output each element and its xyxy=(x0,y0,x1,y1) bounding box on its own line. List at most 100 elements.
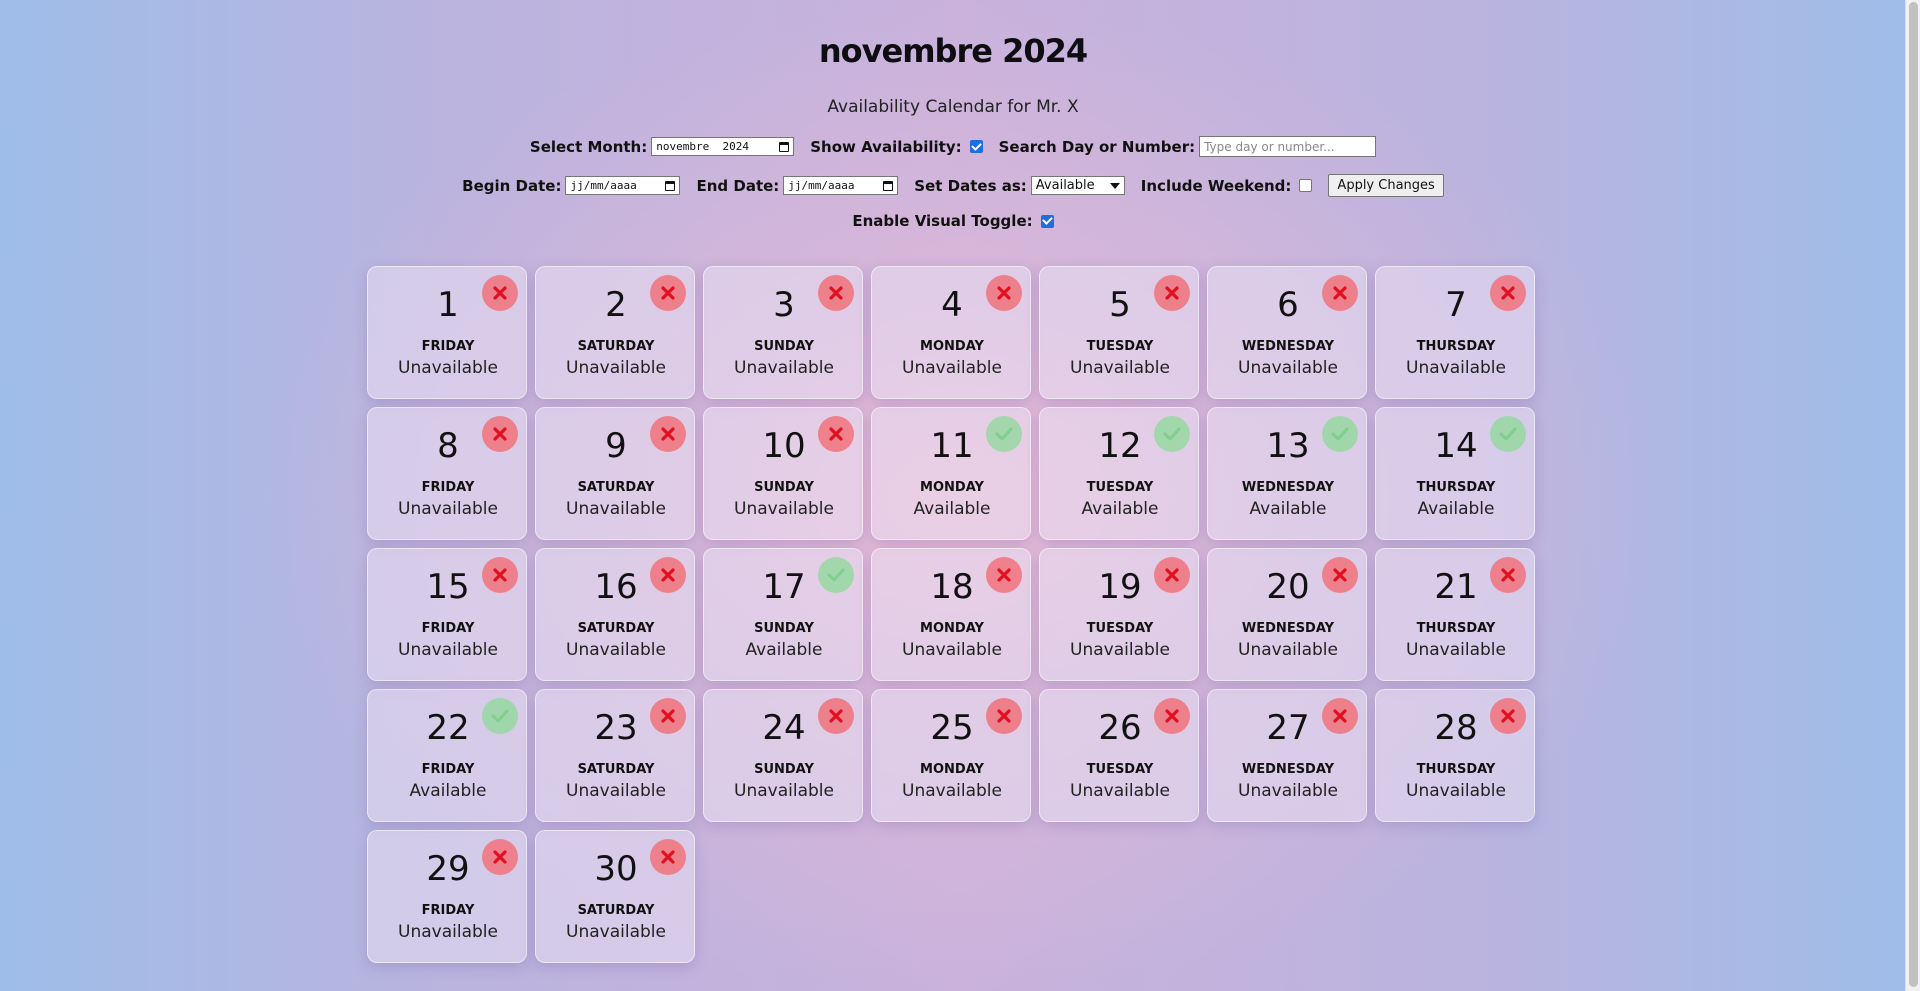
day-status: Unavailable xyxy=(398,499,498,519)
begin-date-label: Begin Date: xyxy=(462,176,562,195)
day-cell-10[interactable]: 10 SUNDAY Unavailable xyxy=(703,407,863,540)
set-dates-group: Set Dates as: Available xyxy=(914,176,1125,195)
day-cell-23[interactable]: 23 SATURDAY Unavailable xyxy=(535,689,695,822)
close-icon[interactable] xyxy=(1154,557,1190,593)
close-icon[interactable] xyxy=(650,839,686,875)
day-weekday: SUNDAY xyxy=(754,480,814,495)
day-cell-5[interactable]: 5 TUESDAY Unavailable xyxy=(1039,266,1199,399)
close-icon[interactable] xyxy=(1154,275,1190,311)
close-icon[interactable] xyxy=(1490,698,1526,734)
check-icon[interactable] xyxy=(1490,416,1526,452)
close-icon[interactable] xyxy=(818,698,854,734)
close-icon[interactable] xyxy=(986,698,1022,734)
select-month-input[interactable]: novembre 2024 xyxy=(651,137,795,156)
day-status: Unavailable xyxy=(902,640,1002,660)
day-weekday: THURSDAY xyxy=(1416,480,1496,495)
close-icon[interactable] xyxy=(818,416,854,452)
day-cell-25[interactable]: 25 MONDAY Unavailable xyxy=(871,689,1031,822)
day-cell-9[interactable]: 9 SATURDAY Unavailable xyxy=(535,407,695,540)
day-cell-28[interactable]: 28 THURSDAY Unavailable xyxy=(1375,689,1535,822)
check-icon[interactable] xyxy=(818,557,854,593)
close-icon[interactable] xyxy=(650,416,686,452)
visual-toggle-checkbox[interactable] xyxy=(1040,214,1054,228)
day-cell-7[interactable]: 7 THURSDAY Unavailable xyxy=(1375,266,1535,399)
day-weekday: WEDNESDAY xyxy=(1241,480,1335,495)
select-month-label: Select Month: xyxy=(529,137,648,156)
check-icon[interactable] xyxy=(1322,416,1358,452)
close-icon[interactable] xyxy=(1154,698,1190,734)
day-cell-22[interactable]: 22 FRIDAY Available xyxy=(367,689,527,822)
day-cell-12[interactable]: 12 TUESDAY Available xyxy=(1039,407,1199,540)
day-status: Unavailable xyxy=(734,781,834,801)
close-icon[interactable] xyxy=(818,275,854,311)
day-cell-26[interactable]: 26 TUESDAY Unavailable xyxy=(1039,689,1199,822)
page-title: novembre 2024 xyxy=(818,32,1088,70)
end-date-input[interactable]: jj/mm/aaaa xyxy=(783,176,899,195)
controls-row-1: Select Month: novembre 2024 Show Availab… xyxy=(0,136,1906,157)
day-weekday: THURSDAY xyxy=(1416,762,1496,777)
calendar-icon[interactable] xyxy=(665,180,676,191)
day-weekday: FRIDAY xyxy=(421,903,475,918)
check-icon[interactable] xyxy=(1154,416,1190,452)
select-month-value: novembre 2024 xyxy=(656,140,749,153)
day-weekday: WEDNESDAY xyxy=(1241,762,1335,777)
day-cell-24[interactable]: 24 SUNDAY Unavailable xyxy=(703,689,863,822)
close-icon[interactable] xyxy=(650,698,686,734)
apply-group: Apply Changes xyxy=(1328,174,1444,197)
day-cell-3[interactable]: 3 SUNDAY Unavailable xyxy=(703,266,863,399)
day-cell-14[interactable]: 14 THURSDAY Available xyxy=(1375,407,1535,540)
day-cell-17[interactable]: 17 SUNDAY Available xyxy=(703,548,863,681)
check-icon[interactable] xyxy=(482,698,518,734)
day-cell-19[interactable]: 19 TUESDAY Unavailable xyxy=(1039,548,1199,681)
day-cell-8[interactable]: 8 FRIDAY Unavailable xyxy=(367,407,527,540)
search-label: Search Day or Number: xyxy=(998,137,1196,156)
day-cell-4[interactable]: 4 MONDAY Unavailable xyxy=(871,266,1031,399)
check-icon[interactable] xyxy=(986,416,1022,452)
close-icon[interactable] xyxy=(1322,557,1358,593)
close-icon[interactable] xyxy=(650,557,686,593)
day-cell-2[interactable]: 2 SATURDAY Unavailable xyxy=(535,266,695,399)
close-icon[interactable] xyxy=(986,557,1022,593)
close-icon[interactable] xyxy=(1490,557,1526,593)
include-weekend-checkbox[interactable] xyxy=(1299,179,1313,192)
search-input[interactable]: Type day or number... xyxy=(1199,136,1377,157)
close-icon[interactable] xyxy=(1322,275,1358,311)
day-cell-29[interactable]: 29 FRIDAY Unavailable xyxy=(367,830,527,963)
show-availability-label: Show Availability: xyxy=(810,137,962,156)
show-availability-checkbox[interactable] xyxy=(969,140,983,153)
close-icon[interactable] xyxy=(1322,698,1358,734)
scrollbar-thumb[interactable] xyxy=(1909,2,1918,987)
day-cell-1[interactable]: 1 FRIDAY Unavailable xyxy=(367,266,527,399)
close-icon[interactable] xyxy=(650,275,686,311)
close-icon[interactable] xyxy=(482,839,518,875)
day-weekday: MONDAY xyxy=(920,480,984,495)
day-cell-30[interactable]: 30 SATURDAY Unavailable xyxy=(535,830,695,963)
day-cell-20[interactable]: 20 WEDNESDAY Unavailable xyxy=(1207,548,1367,681)
begin-date-input[interactable]: jj/mm/aaaa xyxy=(565,176,681,195)
close-icon[interactable] xyxy=(986,275,1022,311)
day-cell-18[interactable]: 18 MONDAY Unavailable xyxy=(871,548,1031,681)
day-cell-11[interactable]: 11 MONDAY Available xyxy=(871,407,1031,540)
day-cell-15[interactable]: 15 FRIDAY Unavailable xyxy=(367,548,527,681)
day-cell-27[interactable]: 27 WEDNESDAY Unavailable xyxy=(1207,689,1367,822)
close-icon[interactable] xyxy=(1490,275,1526,311)
day-weekday: FRIDAY xyxy=(421,762,475,777)
calendar-icon[interactable] xyxy=(883,180,894,191)
day-weekday: SATURDAY xyxy=(577,480,655,495)
day-cell-21[interactable]: 21 THURSDAY Unavailable xyxy=(1375,548,1535,681)
controls-row-3: Enable Visual Toggle: xyxy=(0,212,1906,230)
set-dates-select[interactable]: Available xyxy=(1030,176,1125,195)
close-icon[interactable] xyxy=(482,416,518,452)
day-status: Available xyxy=(1417,499,1495,519)
include-weekend-label: Include Weekend: xyxy=(1140,176,1292,195)
apply-changes-button[interactable]: Apply Changes xyxy=(1328,174,1444,197)
calendar-icon[interactable] xyxy=(779,141,790,152)
close-icon[interactable] xyxy=(482,275,518,311)
day-cell-6[interactable]: 6 WEDNESDAY Unavailable xyxy=(1207,266,1367,399)
scrollbar[interactable] xyxy=(1905,0,1920,991)
day-cell-13[interactable]: 13 WEDNESDAY Available xyxy=(1207,407,1367,540)
day-cell-16[interactable]: 16 SATURDAY Unavailable xyxy=(535,548,695,681)
day-status: Unavailable xyxy=(398,922,498,942)
close-icon[interactable] xyxy=(482,557,518,593)
day-weekday: TUESDAY xyxy=(1086,762,1154,777)
